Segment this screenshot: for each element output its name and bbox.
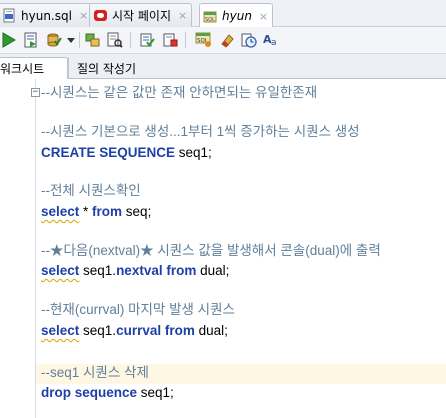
code-comment-line: --시퀀스 기본으로 생성...1부터 1씩 증가하는 시퀀스 생성 <box>41 124 360 139</box>
history-clock-icon[interactable] <box>240 31 258 49</box>
tab-label: hyun.sql <box>21 8 72 23</box>
code-line: select seq1.nextval from dual; <box>41 261 229 281</box>
sql-keyword: from <box>166 263 197 278</box>
sql-worksheet-icon: SQL <box>203 9 218 24</box>
sql-text: seq1. <box>79 263 117 278</box>
sql-keyword: CREATE SEQUENCE <box>41 145 176 160</box>
autotrace-icon[interactable] <box>106 31 124 49</box>
code-line: select seq1.currval from dual; <box>41 321 228 341</box>
commit-icon[interactable] <box>45 31 63 49</box>
explain-plan-icon[interactable] <box>84 31 102 49</box>
code-comment-line: --현재(currval) 마지막 발생 시퀀스 <box>41 302 235 317</box>
code-line: drop sequence seq1; <box>41 383 174 403</box>
sql-keyword: from <box>164 323 195 338</box>
code-comment-line: --seq1 시퀀스 삭제 <box>41 365 149 380</box>
tab-label: hyun <box>222 9 252 23</box>
sql-keyword: nextval <box>116 263 163 278</box>
code-line: CREATE SEQUENCE seq1; <box>41 143 212 163</box>
tab-query-builder[interactable]: 질의 작성기 <box>68 57 148 79</box>
sql-text: dual; <box>194 323 228 338</box>
toolbar-separator <box>79 32 80 48</box>
worksheet-toolbar: SQL Aa <box>0 27 446 54</box>
svg-text:a: a <box>271 38 277 48</box>
run-statement-icon[interactable] <box>0 31 18 49</box>
sql-text: dual; <box>196 263 230 278</box>
close-icon[interactable]: × <box>259 10 268 23</box>
sql-tuning-advisor-icon[interactable]: SQL <box>195 31 213 49</box>
tab-hyun-sql[interactable]: hyun.sql × <box>0 3 94 27</box>
chevron-down-icon[interactable] <box>66 31 76 49</box>
sql-file-icon <box>2 8 17 23</box>
sql-text: seq1; <box>175 145 212 160</box>
code-comment-line: --★다음(nextval)★ 시퀀스 값을 발생해서 콘솔(dual)에 출력 <box>41 243 381 258</box>
sql-keyword: select <box>41 323 80 338</box>
svg-text:SQL: SQL <box>205 17 215 23</box>
worksheet-subtab-bar: 워크시트 질의 작성기 <box>0 54 446 79</box>
sql-text: seq; <box>122 204 152 219</box>
close-icon[interactable]: × <box>178 9 187 22</box>
editor-tab-bar: hyun.sql × 시작 페이지 × SQL hyun × <box>0 0 446 28</box>
clear-icon[interactable] <box>138 31 156 49</box>
sql-keyword: currval <box>116 323 162 338</box>
toolbar-separator <box>185 32 186 48</box>
close-icon[interactable]: × <box>79 9 88 22</box>
eraser-icon[interactable] <box>218 31 236 49</box>
tab-worksheet[interactable]: 워크시트 <box>0 57 68 79</box>
sql-editor[interactable]: − --시퀀스는 같은 값만 존재 안하면되는 유일한존재 --시퀀스 기본으로… <box>0 79 446 418</box>
sql-text: seq1. <box>79 323 117 338</box>
sql-text: * <box>79 204 93 219</box>
code-comment-line: --전체 시퀀스확인 <box>41 183 141 198</box>
collapse-icon[interactable]: − <box>31 88 40 97</box>
sql-history-icon[interactable] <box>161 31 179 49</box>
tab-label: 시작 페이지 <box>112 9 172 23</box>
oracle-start-page-icon <box>93 8 108 23</box>
code-comment-line: --시퀀스는 같은 값만 존재 안하면되는 유일한존재 <box>41 85 318 100</box>
sql-keyword: from <box>92 204 123 219</box>
code-line: select * from seq; <box>41 202 151 222</box>
format-text-icon[interactable]: Aa <box>263 31 281 49</box>
tab-hyun-worksheet[interactable]: SQL hyun × <box>199 3 274 28</box>
run-script-icon[interactable] <box>22 31 40 49</box>
toolbar-separator <box>130 32 131 48</box>
tab-start-page[interactable]: 시작 페이지 × <box>89 3 193 27</box>
sql-keyword: select <box>41 204 80 219</box>
sql-keyword: drop sequence <box>41 385 138 400</box>
sql-keyword: select <box>41 263 80 278</box>
sql-text: seq1; <box>137 385 174 400</box>
